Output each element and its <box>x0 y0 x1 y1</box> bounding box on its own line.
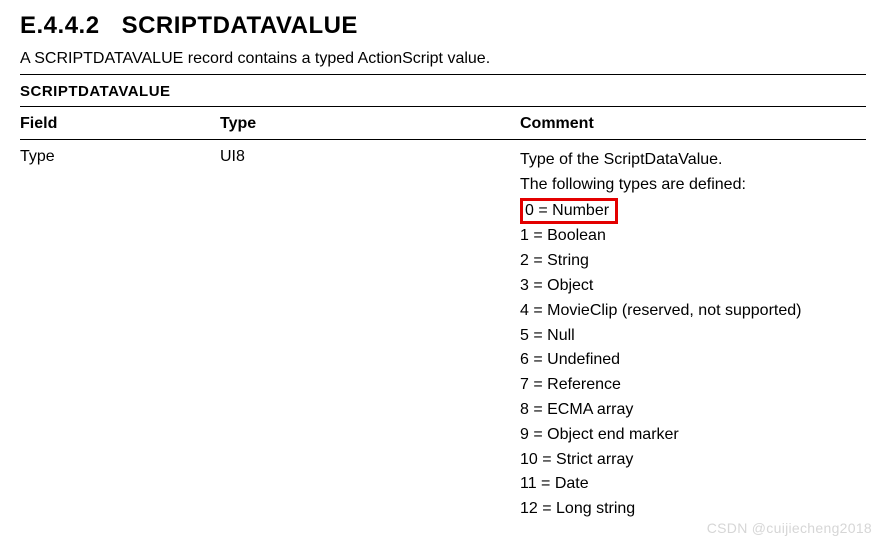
cell-comment: Type of the ScriptDataValue. The followi… <box>520 148 866 522</box>
type-enum-item: 2 = String <box>520 249 866 274</box>
header-field: Field <box>20 115 220 133</box>
cell-type: UI8 <box>220 148 520 522</box>
watermark: CSDN @cuijiecheng2018 <box>707 520 872 536</box>
cell-field: Type <box>20 148 220 522</box>
type-enum-item: 12 = Long string <box>520 497 866 522</box>
type-enum-item: 10 = Strict array <box>520 448 866 473</box>
section-heading: E.4.4.2 SCRIPTDATAVALUE <box>20 12 866 40</box>
type-enum-item: 6 = Undefined <box>520 348 866 373</box>
header-comment: Comment <box>520 115 866 133</box>
header-type: Type <box>220 115 520 133</box>
type-enum-item: 8 = ECMA array <box>520 398 866 423</box>
type-enum-item: 7 = Reference <box>520 373 866 398</box>
section-number: E.4.4.2 <box>20 12 100 39</box>
highlighted-enum: 0 = Number <box>520 198 618 225</box>
section-title: SCRIPTDATAVALUE <box>122 12 358 39</box>
type-enum-item: 9 = Object end marker <box>520 423 866 448</box>
intro-text: A SCRIPTDATAVALUE record contains a type… <box>20 50 866 75</box>
table-row: Type UI8 Type of the ScriptDataValue. Th… <box>20 140 866 522</box>
type-enum-item: 0 = Number <box>520 198 866 225</box>
table-header-row: Field Type Comment <box>20 107 866 140</box>
type-enum-list: 0 = Number1 = Boolean2 = String3 = Objec… <box>520 198 866 522</box>
table-title: SCRIPTDATAVALUE <box>20 77 866 107</box>
type-enum-item: 1 = Boolean <box>520 224 866 249</box>
comment-intro-1: Type of the ScriptDataValue. <box>520 148 866 173</box>
type-enum-item: 4 = MovieClip (reserved, not supported) <box>520 299 866 324</box>
type-enum-item: 3 = Object <box>520 274 866 299</box>
type-enum-item: 11 = Date <box>520 472 866 497</box>
comment-intro-2: The following types are defined: <box>520 173 866 198</box>
type-enum-item: 5 = Null <box>520 324 866 349</box>
